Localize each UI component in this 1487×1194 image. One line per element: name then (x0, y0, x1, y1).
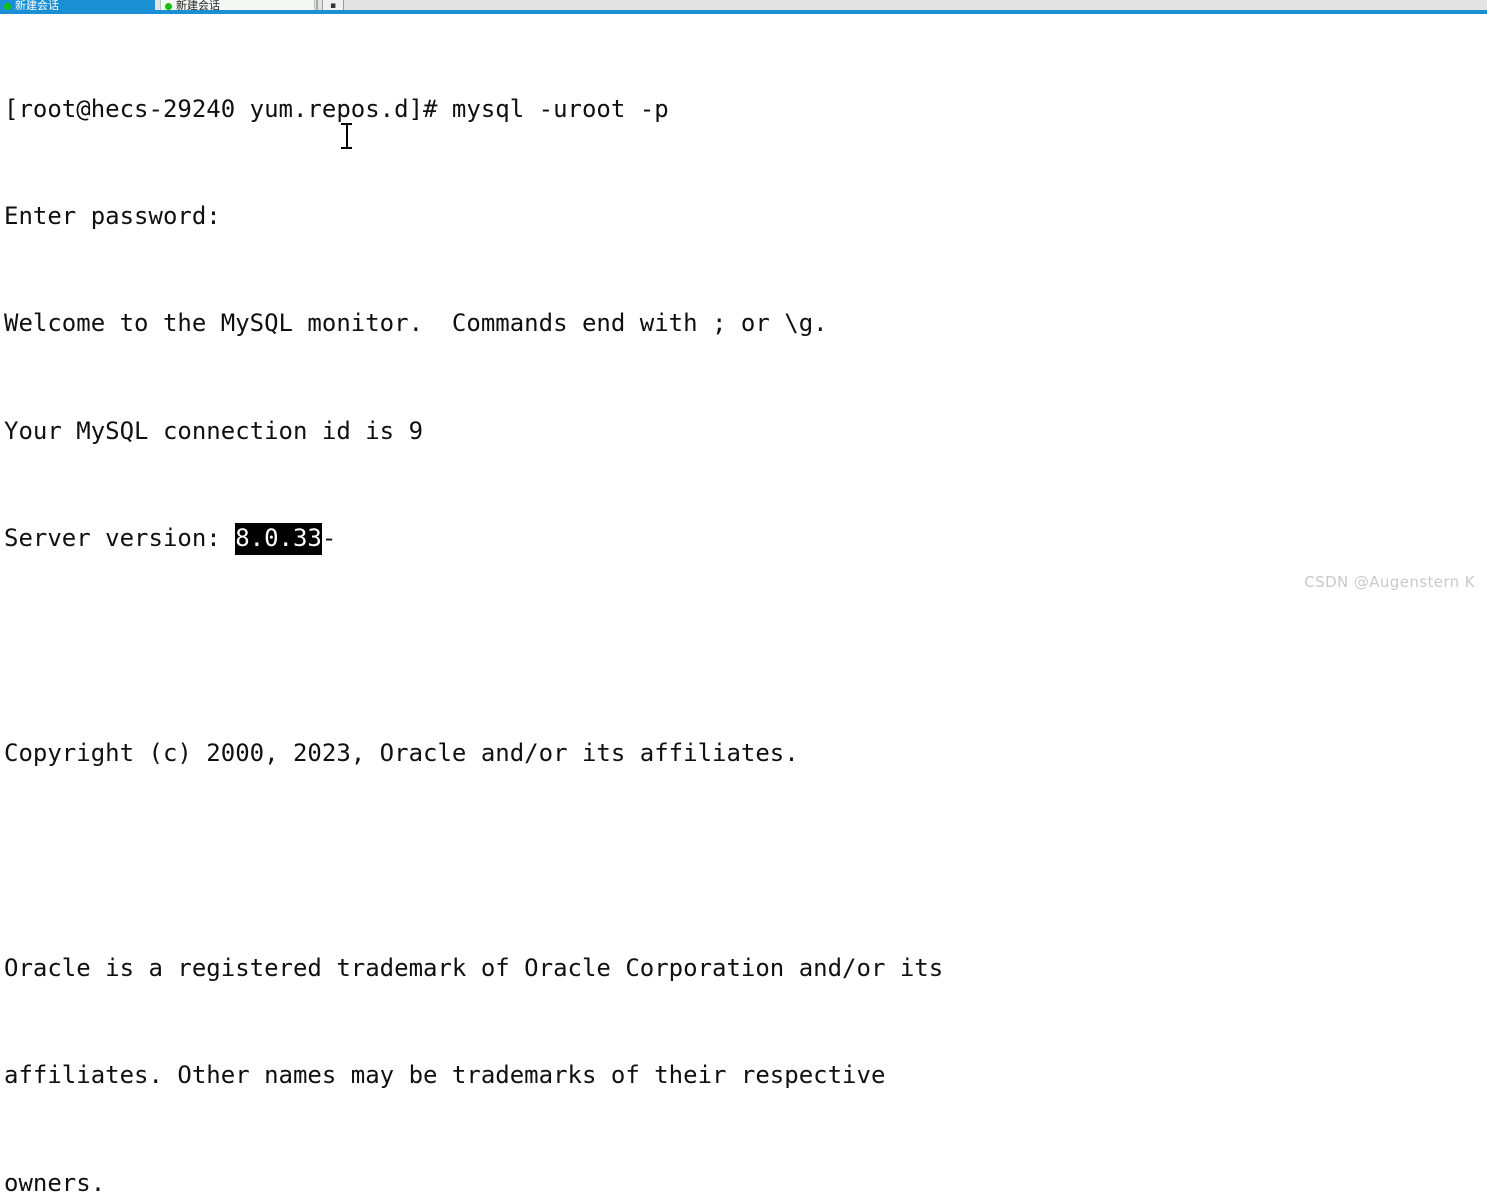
watermark: CSDN @Augenstern K (1304, 573, 1475, 591)
terminal-blank-line (4, 629, 1487, 665)
tab-session-2-label: 新建会话 (176, 0, 220, 11)
terminal-line-welcome: Welcome to the MySQL monitor. Commands e… (4, 306, 1487, 342)
server-version-highlighted-value: 8.0.33 (235, 523, 322, 555)
green-dot-icon (165, 3, 172, 10)
server-version-suffix: - (322, 524, 336, 552)
tab-strip: 新建会话 新建会话 ▪ (0, 0, 1487, 14)
terminal-line-enter-password: Enter password: (4, 199, 1487, 235)
terminal-line-trademark-3: owners. (4, 1166, 1487, 1194)
terminal-line-trademark-2: affiliates. Other names may be trademark… (4, 1058, 1487, 1094)
terminal-line-trademark-1: Oracle is a registered trademark of Orac… (4, 951, 1487, 987)
terminal-blank-line (4, 843, 1487, 879)
server-version-label: Server version: (4, 524, 235, 552)
terminal-line-copyright: Copyright (c) 2000, 2023, Oracle and/or … (4, 736, 1487, 772)
terminal-output[interactable]: [root@hecs-29240 yum.repos.d]# mysql -ur… (0, 14, 1487, 597)
green-dot-icon (4, 3, 11, 10)
terminal-line-connection-id: Your MySQL connection id is 9 (4, 414, 1487, 450)
terminal-window: 新建会话 新建会话 ▪ [root@hecs-29240 yum.repos.d… (0, 0, 1487, 597)
terminal-line-server-version: Server version: 8.0.33- (4, 521, 1487, 557)
terminal-line-prompt-mysql-login: [root@hecs-29240 yum.repos.d]# mysql -ur… (4, 92, 1487, 128)
tab-session-1-label: 新建会话 (15, 0, 59, 11)
